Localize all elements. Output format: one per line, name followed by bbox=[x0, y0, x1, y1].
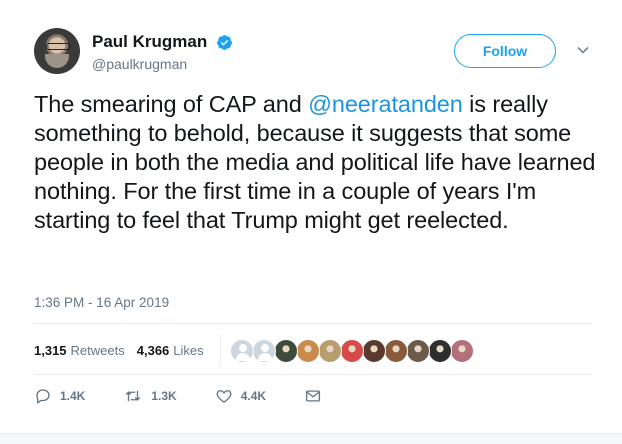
reply-icon bbox=[36, 389, 50, 405]
author-handle[interactable]: @paulkrugman bbox=[92, 56, 233, 72]
retweets-stat[interactable]: 1,315 Retweets bbox=[34, 343, 125, 358]
likes-count: 4,366 bbox=[136, 343, 170, 358]
tweet-footer-band bbox=[0, 433, 622, 444]
liker-avatar[interactable] bbox=[428, 339, 452, 363]
like-count: 4.4K bbox=[240, 389, 267, 403]
liker-avatar[interactable] bbox=[340, 339, 364, 363]
follow-button[interactable]: Follow bbox=[454, 34, 556, 68]
chevron-down-icon[interactable] bbox=[576, 43, 590, 57]
envelope-icon bbox=[306, 390, 321, 402]
liker-avatar[interactable] bbox=[230, 339, 254, 363]
retweets-label: Retweets bbox=[70, 343, 125, 358]
avatar-glasses bbox=[46, 43, 70, 50]
tweet-timestamp[interactable]: 1:36 PM - 16 Apr 2019 bbox=[34, 295, 169, 310]
tweet-actions: 1.4K 1.3K 4.4K bbox=[34, 387, 368, 405]
mention-link[interactable]: @neeratanden bbox=[308, 91, 463, 117]
author-avatar[interactable] bbox=[34, 28, 80, 74]
tweet-text-part: The smearing of CAP and bbox=[34, 91, 309, 117]
liker-avatar[interactable] bbox=[362, 339, 386, 363]
likes-label: Likes bbox=[173, 343, 204, 358]
retweets-count: 1,315 bbox=[34, 343, 67, 358]
liker-avatar[interactable] bbox=[274, 339, 298, 363]
avatar-beard bbox=[45, 54, 69, 68]
tweet-text: The smearing of CAP and @neeratanden is … bbox=[34, 90, 609, 235]
verified-badge-icon bbox=[216, 34, 232, 50]
liker-avatar[interactable] bbox=[318, 339, 342, 363]
author-name[interactable]: Paul Krugman bbox=[92, 32, 207, 52]
author-info: Paul Krugman @paulkrugman bbox=[92, 32, 233, 72]
like-action[interactable]: 4.4K bbox=[215, 387, 266, 405]
liker-avatar[interactable] bbox=[406, 339, 430, 363]
heart-icon bbox=[216, 390, 232, 403]
stats-separator bbox=[220, 334, 221, 366]
retweet-count: 1.3K bbox=[151, 389, 177, 403]
retweet-action[interactable]: 1.3K bbox=[123, 387, 177, 405]
reply-count: 1.4K bbox=[60, 389, 86, 403]
liker-avatar[interactable] bbox=[252, 339, 276, 363]
divider bbox=[34, 323, 592, 324]
likes-stat[interactable]: 4,366 Likes bbox=[137, 343, 204, 358]
divider bbox=[34, 374, 592, 375]
retweet-icon bbox=[126, 390, 141, 402]
liker-avatar[interactable] bbox=[450, 339, 474, 363]
liker-avatar[interactable] bbox=[296, 339, 320, 363]
engagement-stats: 1,315 Retweets 4,366 Likes bbox=[34, 343, 204, 358]
reply-action[interactable]: 1.4K bbox=[34, 387, 85, 405]
liker-avatar[interactable] bbox=[384, 339, 408, 363]
tweet-card: Paul Krugman @paulkrugman Follow The sme… bbox=[0, 0, 622, 444]
direct-message-action[interactable] bbox=[304, 387, 330, 405]
